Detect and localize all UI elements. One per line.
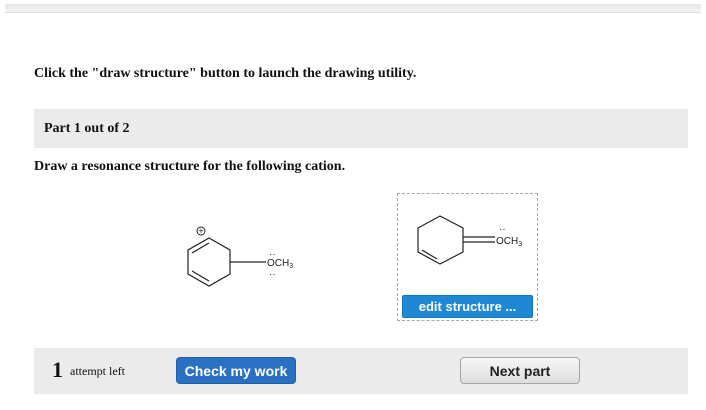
attempts-count: 1 bbox=[52, 357, 63, 382]
answer-ring bbox=[417, 215, 464, 265]
instruction-text: Click the "draw structure" button to lau… bbox=[34, 66, 417, 81]
answer-substituent-och: OCH bbox=[496, 236, 518, 247]
question-text: Draw a resonance structure for the follo… bbox=[34, 159, 346, 174]
footer-bar: 1 attempt left Check my work Next part bbox=[34, 348, 688, 394]
lone-pair-bottom: ·· bbox=[269, 269, 276, 280]
check-my-work-button[interactable]: Check my work bbox=[176, 357, 296, 384]
edit-structure-button[interactable]: edit structure ... bbox=[402, 295, 533, 318]
given-molecule: + ·· OCH3 ·· bbox=[187, 226, 293, 287]
answer-lone-pair: ·· bbox=[499, 224, 506, 235]
answer-substituent-label: OCH3 bbox=[496, 236, 522, 248]
part-label: Part 1 out of 2 bbox=[44, 121, 130, 136]
top-progress-bar bbox=[5, 4, 701, 13]
next-part-button[interactable]: Next part bbox=[460, 357, 580, 384]
part-header: Part 1 out of 2 bbox=[34, 109, 688, 148]
answer-substituent-subscript: 3 bbox=[518, 241, 522, 248]
charge-symbol: + bbox=[198, 226, 203, 236]
answer-molecule: ·· OCH3 bbox=[417, 215, 522, 265]
substituent-subscript: 3 bbox=[289, 263, 293, 270]
substituent-och: OCH bbox=[267, 258, 289, 269]
attempts-label: attempt left bbox=[70, 364, 125, 378]
given-ring bbox=[187, 237, 231, 287]
given-ring-double-bond-2 bbox=[191, 270, 210, 282]
given-ring-double-bond-1 bbox=[191, 242, 210, 254]
answer-drawing-area[interactable]: ·· OCH3 edit structure ... bbox=[397, 193, 538, 321]
